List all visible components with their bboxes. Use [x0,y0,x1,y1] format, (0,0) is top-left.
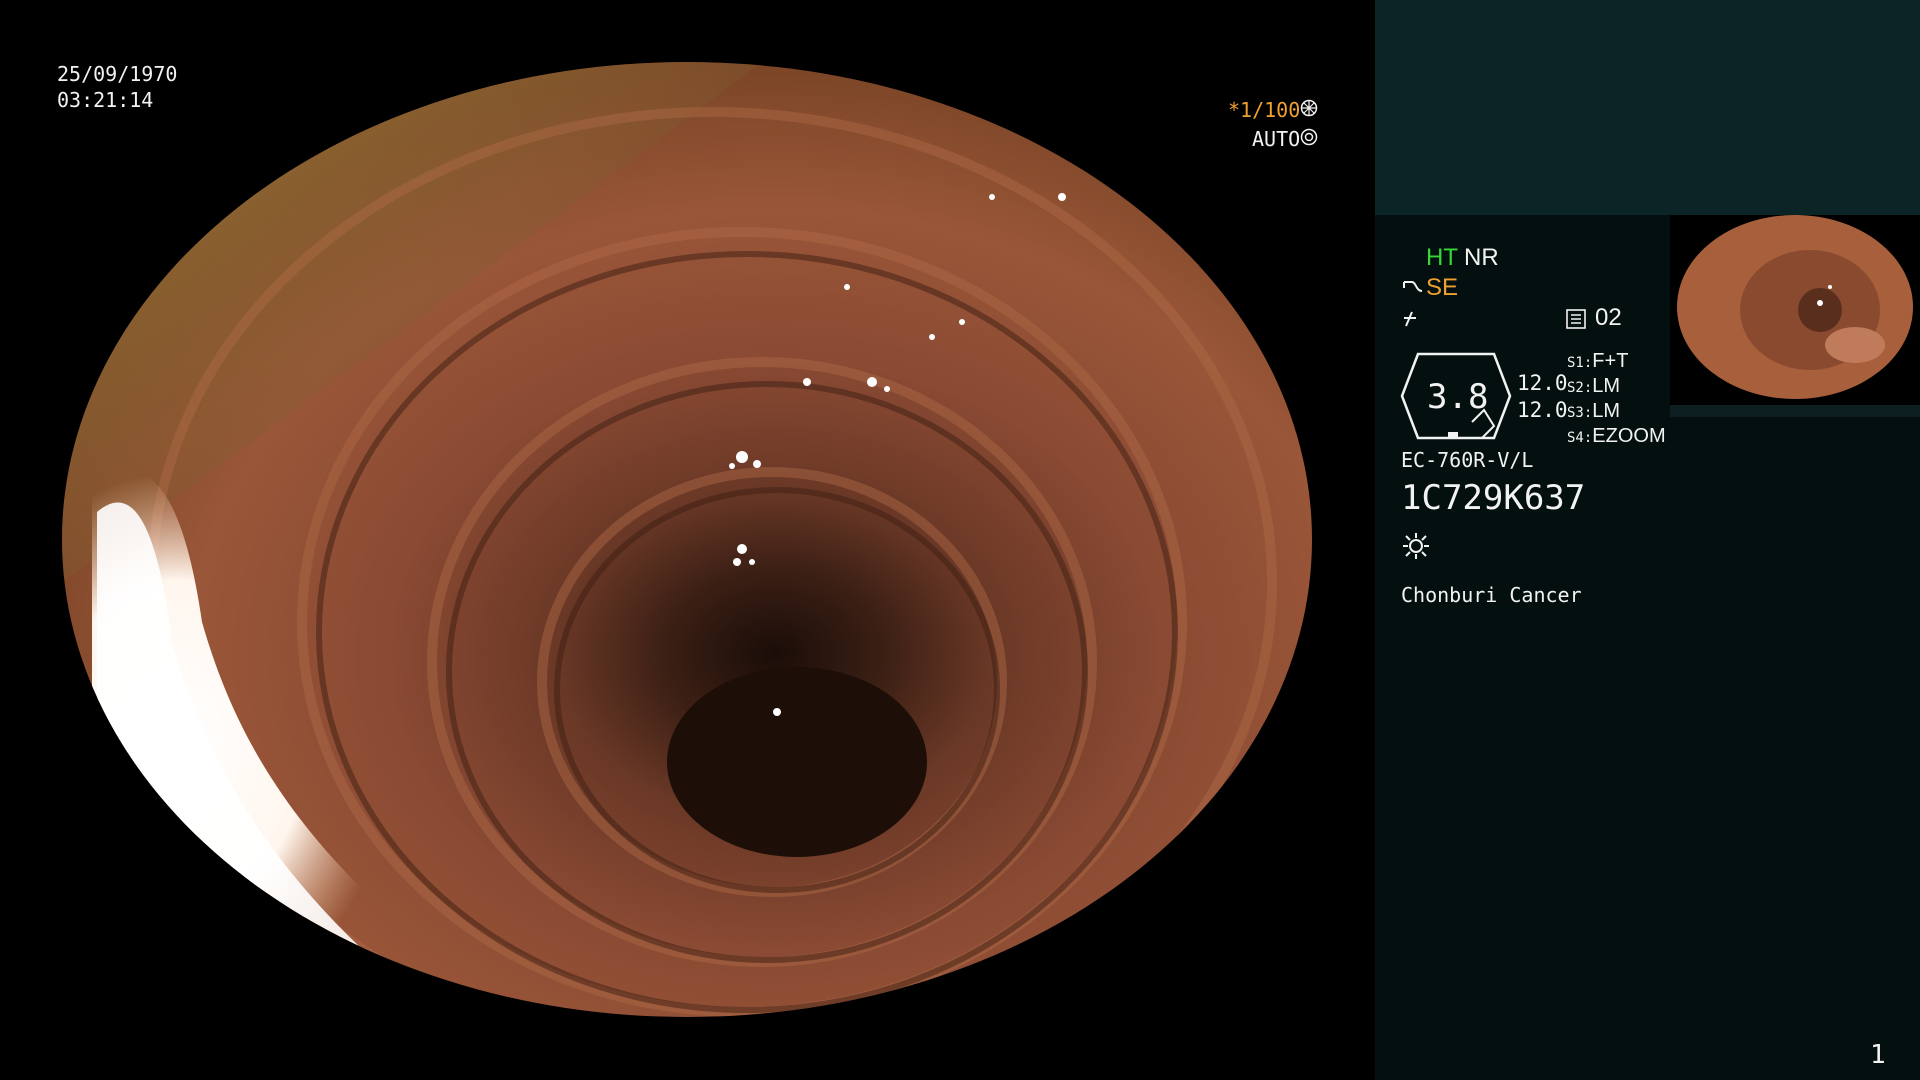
switch-item: S4:EZOOM [1567,425,1666,447]
page-number: 1 [1870,1040,1886,1070]
light-sun-icon [1402,532,1430,566]
ht-label: HT [1426,244,1458,271]
endoscope-image [62,62,1312,1017]
scope-serial-label: 1C729K637 [1401,478,1586,518]
date-label: 25/09/1970 [57,62,178,86]
se-label: SE [1426,274,1459,301]
switch-list: S1:F+T S2:LM S3:LM S4:EZOOM [1567,350,1677,450]
switch-item: S1:F+T [1567,350,1629,372]
switch-item: S2:LM [1567,375,1621,397]
gauge-value: 3.8 [1427,377,1489,417]
iris-mode-label: AUTO [1252,127,1301,151]
capture-thumbnail[interactable] [1670,215,1920,415]
thumbnail-caption-bar [1670,405,1920,417]
hospital-label: Chonburi Cancer [1401,583,1582,607]
shutter-speed-label: *1/100 [1228,98,1301,122]
info-panel-header [1375,0,1920,215]
memory-card-icon [1565,308,1587,336]
water-jet-icon [1402,308,1422,334]
value-top: 12.0 [1517,371,1568,395]
scope-tip-icon [1402,278,1424,303]
value-bottom: 12.0 [1517,398,1568,422]
aperture-icon [1300,98,1318,123]
iris-icon [1300,127,1318,152]
nr-label: NR [1464,244,1499,271]
switch-item: S3:LM [1567,400,1621,422]
scope-model-label: EC-760R-V/L [1401,448,1534,472]
memory-slot-label: 02 [1595,304,1622,331]
time-label: 03:21:14 [57,88,154,112]
colon-lumen-image [62,62,1312,1017]
